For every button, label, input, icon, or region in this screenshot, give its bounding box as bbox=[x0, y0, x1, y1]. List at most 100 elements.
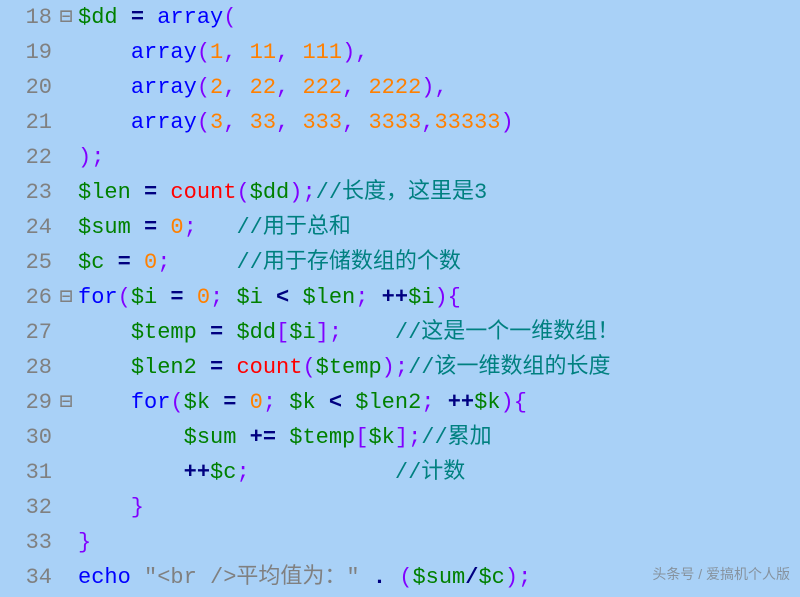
token-cm: //该一维数组的长度 bbox=[408, 355, 610, 380]
fold-column: ⊟ ⊟ ⊟ bbox=[56, 0, 76, 597]
line-number-gutter: 1819202122232425262728293031323334 bbox=[0, 0, 56, 597]
fold-spacer bbox=[56, 315, 76, 350]
token-num: 333 bbox=[302, 110, 342, 135]
token-pn: , bbox=[223, 40, 249, 65]
token-str: "<br />平均值为：" bbox=[144, 565, 360, 590]
token-var: $c bbox=[78, 250, 104, 275]
token-num: 2222 bbox=[368, 75, 421, 100]
token-num: 3333 bbox=[368, 110, 421, 135]
token-num: 33333 bbox=[434, 110, 500, 135]
token-var: $sum bbox=[412, 565, 465, 590]
token-pn: ( bbox=[170, 390, 183, 415]
token-op: ++ bbox=[184, 460, 210, 485]
token-var: $c bbox=[210, 460, 236, 485]
fold-spacer bbox=[56, 210, 76, 245]
token-var: $sum bbox=[78, 215, 131, 240]
token-pn: ( bbox=[223, 5, 236, 30]
line-number: 22 bbox=[0, 140, 52, 175]
token-pn: ; bbox=[236, 460, 394, 485]
code-line: array(1, 11, 111), bbox=[78, 35, 800, 70]
token-var: $len bbox=[302, 285, 355, 310]
fold-spacer bbox=[56, 35, 76, 70]
token-pn: ; bbox=[263, 390, 289, 415]
token-cm: //这是一个一维数组！ bbox=[395, 320, 619, 345]
token-pn: ( bbox=[197, 75, 210, 100]
code-line: ++$c; //计数 bbox=[78, 455, 800, 490]
token-op: = bbox=[118, 250, 131, 275]
token-op: = bbox=[144, 215, 157, 240]
token-op: ++ bbox=[382, 285, 408, 310]
line-number: 23 bbox=[0, 175, 52, 210]
code-line: array(3, 33, 333, 3333,33333) bbox=[78, 105, 800, 140]
line-number: 26 bbox=[0, 280, 52, 315]
token-pn bbox=[118, 5, 131, 30]
fold-spacer bbox=[56, 560, 76, 595]
token-pn bbox=[131, 565, 144, 590]
token-num: 1 bbox=[210, 40, 223, 65]
token-pn: ; bbox=[184, 215, 237, 240]
token-num: 3 bbox=[210, 110, 223, 135]
line-number: 18 bbox=[0, 0, 52, 35]
token-num: 22 bbox=[250, 75, 276, 100]
token-pn bbox=[78, 460, 184, 485]
fold-toggle-icon[interactable]: ⊟ bbox=[56, 0, 76, 35]
token-pn: [ bbox=[355, 425, 368, 450]
token-pn: } bbox=[78, 530, 91, 555]
token-pn: ), bbox=[421, 75, 447, 100]
code-line: $sum += $temp[$k];//累加 bbox=[78, 420, 800, 455]
line-number: 20 bbox=[0, 70, 52, 105]
token-num: 0 bbox=[250, 390, 263, 415]
token-pn: ( bbox=[302, 355, 315, 380]
token-pn bbox=[131, 180, 144, 205]
token-pn bbox=[78, 110, 131, 135]
token-pn: ( bbox=[236, 180, 249, 205]
fold-toggle-icon[interactable]: ⊟ bbox=[56, 385, 76, 420]
token-pn: , bbox=[223, 75, 249, 100]
token-pn bbox=[78, 425, 184, 450]
token-op: = bbox=[170, 285, 183, 310]
token-var: $i bbox=[131, 285, 157, 310]
token-pn: ( bbox=[197, 40, 210, 65]
token-pn bbox=[360, 565, 373, 590]
token-cm: //长度，这里是3 bbox=[316, 180, 488, 205]
fold-spacer bbox=[56, 420, 76, 455]
line-number: 19 bbox=[0, 35, 52, 70]
token-var: $c bbox=[478, 565, 504, 590]
token-pn bbox=[197, 355, 210, 380]
line-number: 32 bbox=[0, 490, 52, 525]
token-pn bbox=[157, 215, 170, 240]
token-pn bbox=[157, 285, 170, 310]
token-var: $dd bbox=[250, 180, 290, 205]
token-pn bbox=[184, 285, 197, 310]
token-op: = bbox=[210, 355, 223, 380]
fold-spacer bbox=[56, 455, 76, 490]
token-pn bbox=[197, 320, 210, 345]
token-pn bbox=[276, 425, 289, 450]
token-cm: //计数 bbox=[395, 460, 465, 485]
fold-spacer bbox=[56, 525, 76, 560]
line-number: 34 bbox=[0, 560, 52, 595]
token-op: / bbox=[465, 565, 478, 590]
token-op: += bbox=[250, 425, 276, 450]
token-var: $len2 bbox=[355, 390, 421, 415]
token-pn bbox=[78, 75, 131, 100]
token-pn: ); bbox=[505, 565, 531, 590]
token-pn bbox=[223, 320, 236, 345]
token-pn: , bbox=[421, 110, 434, 135]
token-var: $i bbox=[408, 285, 434, 310]
token-pn: ( bbox=[118, 285, 131, 310]
token-pn bbox=[210, 390, 223, 415]
token-kw: array bbox=[131, 75, 197, 100]
code-line: $dd = array( bbox=[78, 0, 800, 35]
token-kw: array bbox=[131, 40, 197, 65]
code-line: for($k = 0; $k < $len2; ++$k){ bbox=[78, 385, 800, 420]
code-line: ); bbox=[78, 140, 800, 175]
token-pn bbox=[131, 250, 144, 275]
token-cm: //用于总和 bbox=[236, 215, 350, 240]
fold-toggle-icon[interactable]: ⊟ bbox=[56, 280, 76, 315]
token-pn: ]; bbox=[316, 320, 395, 345]
token-pn: ), bbox=[342, 40, 368, 65]
token-num: 2 bbox=[210, 75, 223, 100]
token-op: ++ bbox=[448, 390, 474, 415]
token-kw: echo bbox=[78, 565, 131, 590]
